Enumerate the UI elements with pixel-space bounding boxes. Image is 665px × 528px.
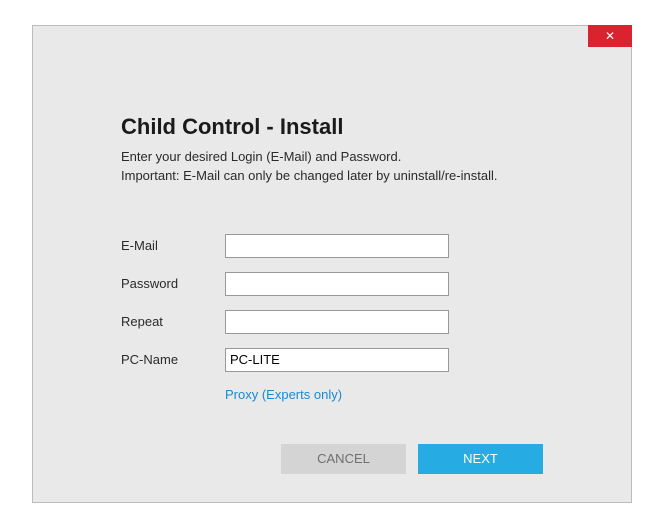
email-field[interactable] (225, 234, 449, 258)
pcname-field[interactable] (225, 348, 449, 372)
repeat-label: Repeat (121, 314, 225, 329)
proxy-link[interactable]: Proxy (Experts only) (225, 387, 342, 402)
password-row: Password (121, 272, 543, 296)
button-row: CANCEL NEXT (281, 444, 543, 474)
page-subtitle: Enter your desired Login (E-Mail) and Pa… (121, 148, 543, 186)
pcname-row: PC-Name (121, 348, 543, 372)
password-label: Password (121, 276, 225, 291)
cancel-button[interactable]: CANCEL (281, 444, 406, 474)
dialog-content: Child Control - Install Enter your desir… (33, 26, 631, 474)
repeat-field[interactable] (225, 310, 449, 334)
repeat-row: Repeat (121, 310, 543, 334)
next-button[interactable]: NEXT (418, 444, 543, 474)
subtitle-line2: Important: E-Mail can only be changed la… (121, 168, 497, 183)
installer-dialog: ✕ Child Control - Install Enter your des… (32, 25, 632, 503)
close-button[interactable]: ✕ (588, 25, 632, 47)
close-icon: ✕ (605, 29, 615, 43)
proxy-row: Proxy (Experts only) (225, 386, 543, 404)
email-label: E-Mail (121, 238, 225, 253)
email-row: E-Mail (121, 234, 543, 258)
password-field[interactable] (225, 272, 449, 296)
pcname-label: PC-Name (121, 352, 225, 367)
page-title: Child Control - Install (121, 114, 543, 140)
subtitle-line1: Enter your desired Login (E-Mail) and Pa… (121, 149, 401, 164)
